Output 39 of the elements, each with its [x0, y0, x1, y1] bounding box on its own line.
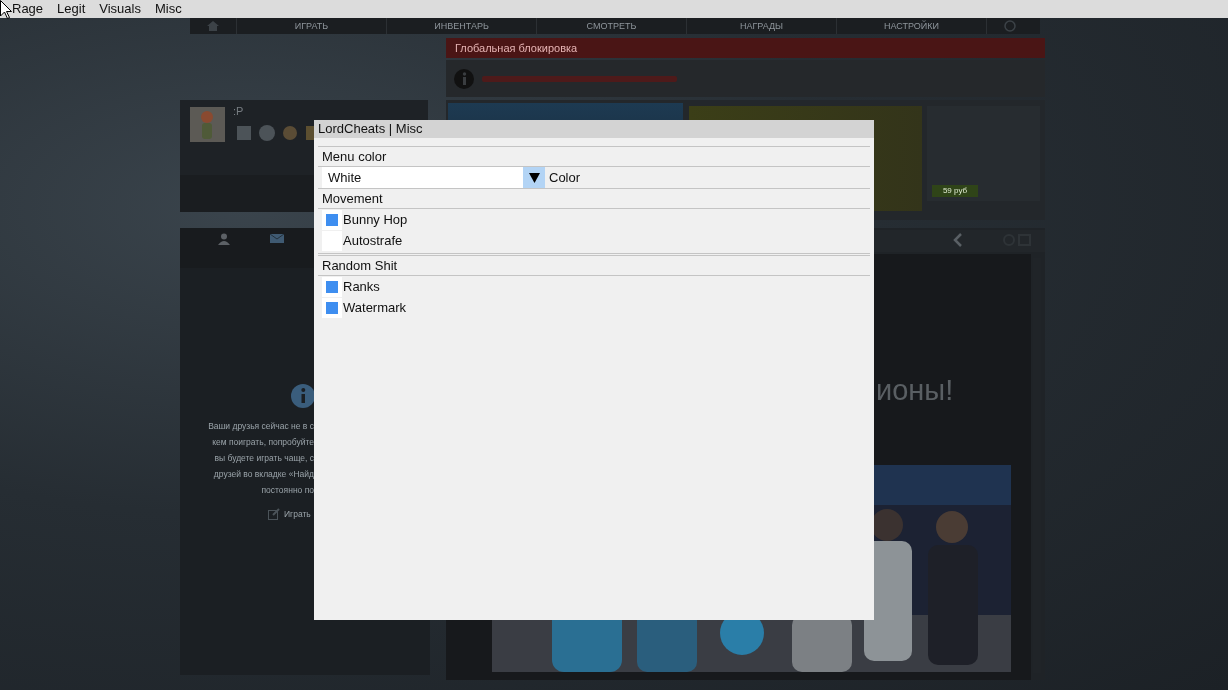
- store-tile[interactable]: [927, 106, 1040, 201]
- menu-item[interactable]: Legit: [57, 0, 98, 18]
- checkbox-label: Watermark: [343, 300, 407, 315]
- info-text-line: друзей во вкладке «Найд: [213, 468, 314, 481]
- edit-icon: [268, 508, 280, 520]
- badges-icon: [236, 124, 314, 142]
- checkbox[interactable]: [322, 297, 342, 318]
- info-text-line: кем поиграть, попробуйте: [212, 436, 314, 449]
- cursor-icon: [0, 0, 12, 19]
- toolbar-icons-drawing[interactable]: [951, 233, 1031, 247]
- info-text-line: Ваши друзья сейчас не в с: [208, 420, 314, 433]
- info-text-line: вы будете играть чаще, с: [214, 452, 314, 465]
- price-tag[interactable]: 59 руб: [932, 185, 978, 197]
- menu-item[interactable]: Visuals: [99, 0, 153, 18]
- mail-icon[interactable]: [270, 234, 284, 243]
- play-with-link[interactable]: Играть: [284, 509, 311, 519]
- checkbox-label: Bunny Hop: [343, 212, 408, 227]
- alert-banner: Глобальная блокировка: [446, 38, 1045, 58]
- window-title: LordCheats | Misc: [314, 120, 874, 138]
- section-title: Random Shit: [318, 256, 870, 276]
- avatar-icon: [190, 107, 225, 142]
- menu-item[interactable]: Rage: [12, 0, 56, 18]
- info-icon: [454, 68, 474, 89]
- checkbox-label: Ranks: [343, 279, 380, 294]
- player-name: :P: [233, 105, 244, 117]
- power-icon[interactable]: [1003, 20, 1016, 32]
- info-text-line: постоянно по: [261, 484, 314, 497]
- menu-item[interactable]: Misc: [154, 0, 194, 18]
- home-icon[interactable]: [207, 21, 219, 31]
- news-headline: ионы!: [876, 374, 954, 407]
- section-title: Movement: [318, 189, 870, 209]
- checkbox[interactable]: [322, 276, 342, 297]
- caret-icon: [528, 172, 540, 183]
- checkbox-label: Autostrafe: [343, 233, 403, 248]
- dropdown-label: Color: [549, 170, 581, 185]
- person-icon[interactable]: [218, 233, 230, 245]
- info-icon: [291, 384, 315, 408]
- color-dropdown[interactable]: White: [322, 167, 545, 188]
- checkbox[interactable]: [322, 209, 342, 230]
